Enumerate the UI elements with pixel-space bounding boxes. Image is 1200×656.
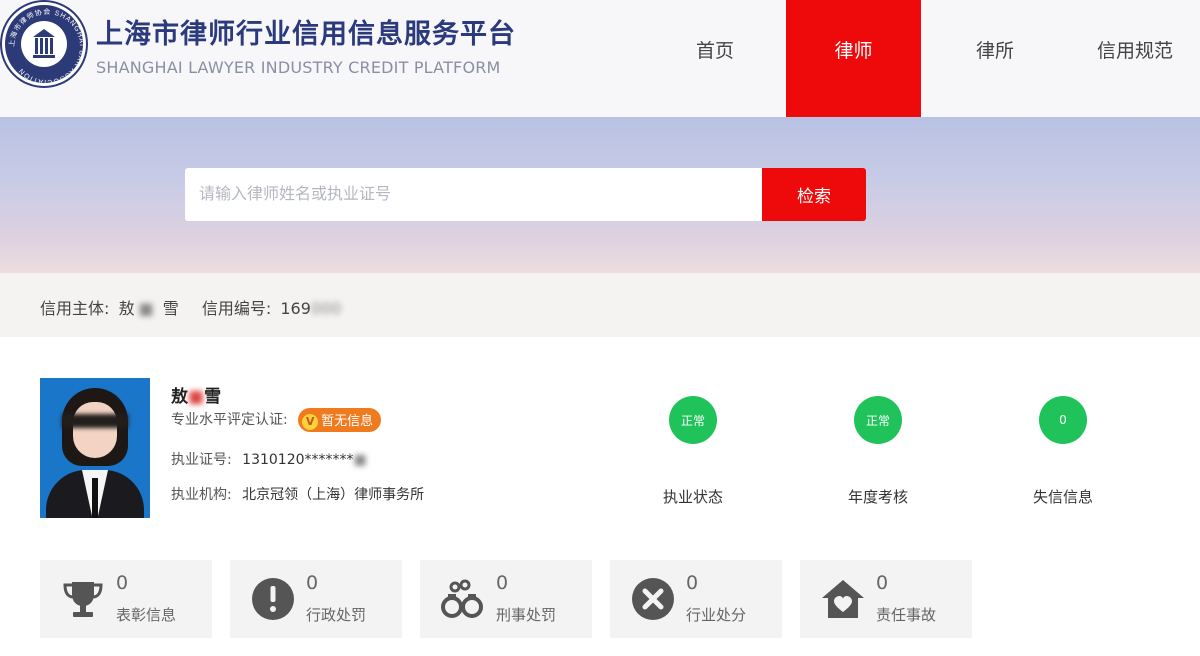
- cert-status-badge: V 暂无信息: [298, 408, 382, 432]
- search-button[interactable]: 检索: [762, 168, 866, 221]
- subject-name-last: 雪: [162, 299, 179, 318]
- credit-number-masked: 000: [310, 299, 342, 318]
- subject-name-first: 敖: [118, 299, 135, 318]
- search-banner: 检索: [0, 117, 1200, 273]
- house-heart-icon: [822, 580, 864, 618]
- bar-association-logo[interactable]: 上海市律师协会 SHANGHAI BAR ASSOCIATION: [2, 2, 86, 86]
- photo-eye-censor-bar: [62, 414, 128, 428]
- exclamation-icon: [252, 578, 294, 620]
- record-count: 0: [496, 572, 509, 594]
- license-label: 执业证号:: [171, 452, 232, 468]
- status-label: 年度考核: [847, 488, 908, 506]
- status-label: 失信信息: [1032, 488, 1093, 506]
- lawyer-photo: [40, 378, 150, 518]
- v-badge-icon: V: [302, 414, 319, 430]
- professional-cert-row: 专业水平评定认证: V 暂无信息: [171, 408, 382, 432]
- record-count: 0: [306, 572, 319, 594]
- nav-home[interactable]: 首页: [660, 0, 770, 117]
- record-label: 表彰信息: [116, 606, 177, 624]
- license-number-row: 执业证号: 1310120*******■: [171, 449, 367, 469]
- record-card-liability-incident[interactable]: 0 责任事故: [800, 560, 972, 638]
- status-dot: 0: [1039, 396, 1087, 444]
- record-label: 责任事故: [876, 606, 937, 624]
- record-card-admin-penalty[interactable]: 0 行政处罚: [230, 560, 402, 638]
- credit-number-value: 169: [280, 299, 311, 318]
- search-input[interactable]: [185, 168, 763, 221]
- subject-label: 信用主体:: [40, 299, 110, 318]
- subject-name-blurred: ■: [138, 299, 154, 318]
- record-count: 0: [686, 572, 699, 594]
- record-count: 0: [876, 572, 889, 594]
- handcuffs-icon: [441, 579, 483, 618]
- license-value: 1310120*******: [242, 452, 354, 468]
- credit-subject-bar: 信用主体: 敖 ■ 雪 信用编号: 169000: [0, 273, 1200, 337]
- record-label: 行政处罚: [306, 606, 367, 624]
- lawyer-name: 敖■雪: [171, 387, 222, 407]
- org-label: 执业机构:: [171, 487, 232, 503]
- annual-review-status: 正常 年度考核: [818, 396, 938, 507]
- nav-law-firm[interactable]: 律所: [940, 0, 1050, 117]
- site-title: 上海市律师行业信用信息服务平台: [96, 19, 516, 50]
- dishonesty-info-status: 0 失信信息: [1003, 396, 1123, 507]
- record-label: 刑事处罚: [496, 606, 557, 624]
- record-label: 行业处分: [686, 606, 747, 624]
- x-circle-icon: [632, 578, 674, 620]
- record-count: 0: [116, 572, 129, 594]
- nav-credit-rules[interactable]: 信用规范: [1080, 0, 1190, 117]
- status-label: 执业状态: [662, 488, 723, 506]
- status-dot: 正常: [669, 396, 717, 444]
- record-card-industry-sanction[interactable]: 0 行业处分: [610, 560, 782, 638]
- courthouse-icon: [33, 29, 55, 58]
- record-card-criminal-penalty[interactable]: 0 刑事处罚: [420, 560, 592, 638]
- site-header: 上海市律师协会 SHANGHAI BAR ASSOCIATION 上海市律师行业…: [0, 0, 1200, 117]
- nav-lawyer[interactable]: 律师: [786, 0, 921, 117]
- org-value[interactable]: 北京冠领（上海）律师事务所: [242, 487, 424, 503]
- license-blurred: ■: [353, 452, 367, 468]
- status-dot: 正常: [854, 396, 902, 444]
- record-card-commendation[interactable]: 0 表彰信息: [40, 560, 212, 638]
- practice-status: 正常 执业状态: [633, 396, 753, 507]
- practice-org-row: 执业机构: 北京冠领（上海）律师事务所: [171, 484, 424, 504]
- cert-label: 专业水平评定认证:: [171, 412, 288, 428]
- credit-number-label: 信用编号:: [201, 299, 272, 318]
- trophy-icon: [63, 582, 103, 617]
- site-subtitle: SHANGHAI LAWYER INDUSTRY CREDIT PLATFORM: [96, 58, 501, 77]
